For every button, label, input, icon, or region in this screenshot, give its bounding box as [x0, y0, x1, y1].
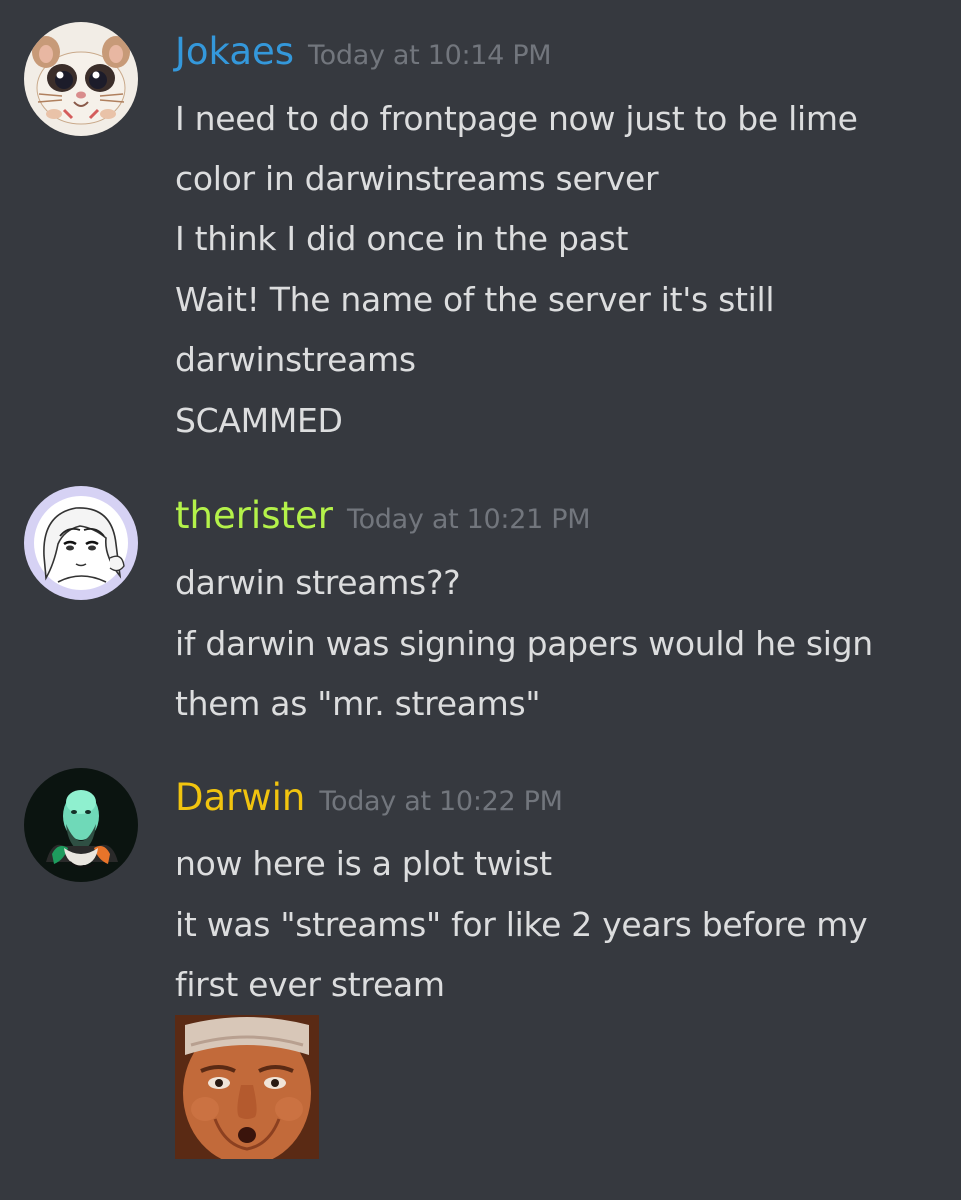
message-timestamp: Today at 10:21 PM [346, 504, 591, 535]
message-jokaes: Jokaes Today at 10:14 PM I need to do fro… [0, 0, 961, 470]
author-name[interactable]: therister [175, 494, 333, 537]
message-header: Jokaes Today at 10:14 PM [175, 30, 552, 73]
message-line: I think I did once in the past [175, 219, 629, 258]
message-header: therister Today at 10:21 PM [175, 494, 591, 537]
message-line: color in darwinstreams server [175, 159, 659, 198]
chat-messages: Jokaes Today at 10:14 PM I need to do fro… [0, 0, 961, 1200]
message-line: now here is a plot twist [175, 844, 552, 883]
author-name[interactable]: Jokaes [175, 30, 294, 73]
message-line: first ever stream [175, 965, 445, 1004]
anime-girl-avatar-icon[interactable] [24, 486, 138, 600]
message-line: it was "streams" for like 2 years before… [175, 905, 868, 944]
message-line: darwinstreams [175, 340, 416, 379]
bearded-man-portrait-avatar-icon[interactable] [24, 768, 138, 882]
shocked-face-image-icon[interactable] [175, 1015, 319, 1159]
message-line: if darwin was signing papers would he si… [175, 624, 873, 663]
message-timestamp: Today at 10:22 PM [319, 786, 563, 817]
message-header: Darwin Today at 10:22 PM [175, 776, 563, 819]
message-line: SCAMMED [175, 401, 343, 440]
message-line: darwin streams?? [175, 563, 461, 602]
message-line: I need to do frontpage now just to be li… [175, 99, 858, 138]
author-name[interactable]: Darwin [175, 776, 305, 819]
message-timestamp: Today at 10:14 PM [308, 40, 552, 71]
message-line: Wait! The name of the server it's still [175, 280, 775, 319]
message-line: them as "mr. streams" [175, 684, 541, 723]
hamster-avatar-icon[interactable] [24, 22, 138, 136]
